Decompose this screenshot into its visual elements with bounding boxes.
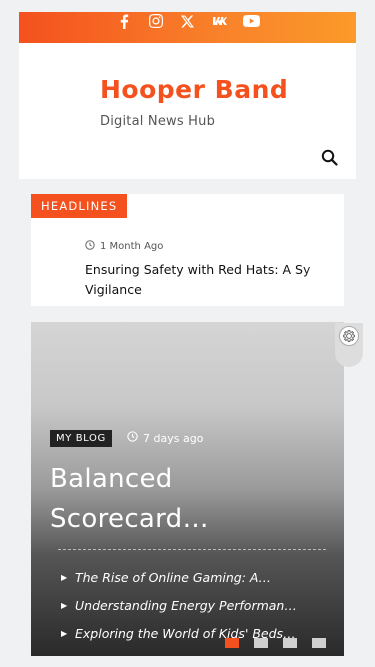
site-brand[interactable]: Hooper Band xyxy=(100,75,288,104)
hero-title-line2: Scorecard… xyxy=(50,504,209,534)
clock-icon xyxy=(85,240,95,253)
hero-divider xyxy=(58,549,326,550)
slider-dot[interactable] xyxy=(312,638,326,648)
slider-dot[interactable] xyxy=(283,638,297,648)
slider-dot[interactable] xyxy=(254,638,268,648)
instagram-icon[interactable] xyxy=(147,13,165,29)
caret-right-icon: ▶ xyxy=(61,628,68,638)
caret-right-icon: ▶ xyxy=(61,600,68,610)
gear-icon xyxy=(339,326,359,346)
featured-slider[interactable]: MY BLOG 7 days ago Balanced Scorecard… ▶… xyxy=(31,322,344,656)
x-icon[interactable] xyxy=(179,13,197,29)
slider-pagination xyxy=(225,638,326,648)
slider-dot[interactable] xyxy=(225,638,239,648)
clock-icon xyxy=(127,431,138,445)
hero-meta: 7 days ago xyxy=(127,431,203,445)
settings-toggle[interactable] xyxy=(335,323,363,367)
headline-date: 1 Month Ago xyxy=(100,241,164,252)
headline-title-line2: Vigilance xyxy=(85,282,142,297)
related-post-item[interactable]: ▶ The Rise of Online Gaming: A… xyxy=(61,563,326,591)
social-bar xyxy=(19,12,356,43)
caret-right-icon: ▶ xyxy=(61,572,68,582)
related-posts-list: ▶ The Rise of Online Gaming: A… ▶ Unders… xyxy=(61,563,326,647)
page-container: Hooper Band Digital News Hub HEADLINES 1… xyxy=(19,12,356,656)
headlines-badge: HEADLINES xyxy=(31,194,128,218)
related-post-title: Understanding Energy Performan… xyxy=(75,597,297,613)
site-tagline: Digital News Hub xyxy=(100,114,216,129)
headline-meta: 1 Month Ago xyxy=(85,240,163,253)
hero-title[interactable]: Balanced Scorecard… xyxy=(50,459,330,539)
headline-title-line1: Ensuring Safety with Red Hats: A Sy xyxy=(85,262,311,277)
vk-icon[interactable] xyxy=(211,13,229,29)
search-icon[interactable] xyxy=(321,149,339,167)
youtube-icon[interactable] xyxy=(243,13,261,29)
site-header: Hooper Band Digital News Hub xyxy=(19,43,356,179)
category-badge[interactable]: MY BLOG xyxy=(50,430,112,447)
related-post-title: The Rise of Online Gaming: A… xyxy=(75,569,271,585)
related-post-item[interactable]: ▶ Understanding Energy Performan… xyxy=(61,591,326,619)
headline-fade xyxy=(304,260,344,280)
facebook-icon[interactable] xyxy=(115,13,133,29)
hero-title-line1: Balanced xyxy=(50,464,173,494)
headlines-ticker: HEADLINES 1 Month Ago Ensuring Safety wi… xyxy=(31,194,344,306)
headline-title[interactable]: Ensuring Safety with Red Hats: A Sy Vigi… xyxy=(85,260,335,300)
hero-date: 7 days ago xyxy=(143,431,204,445)
